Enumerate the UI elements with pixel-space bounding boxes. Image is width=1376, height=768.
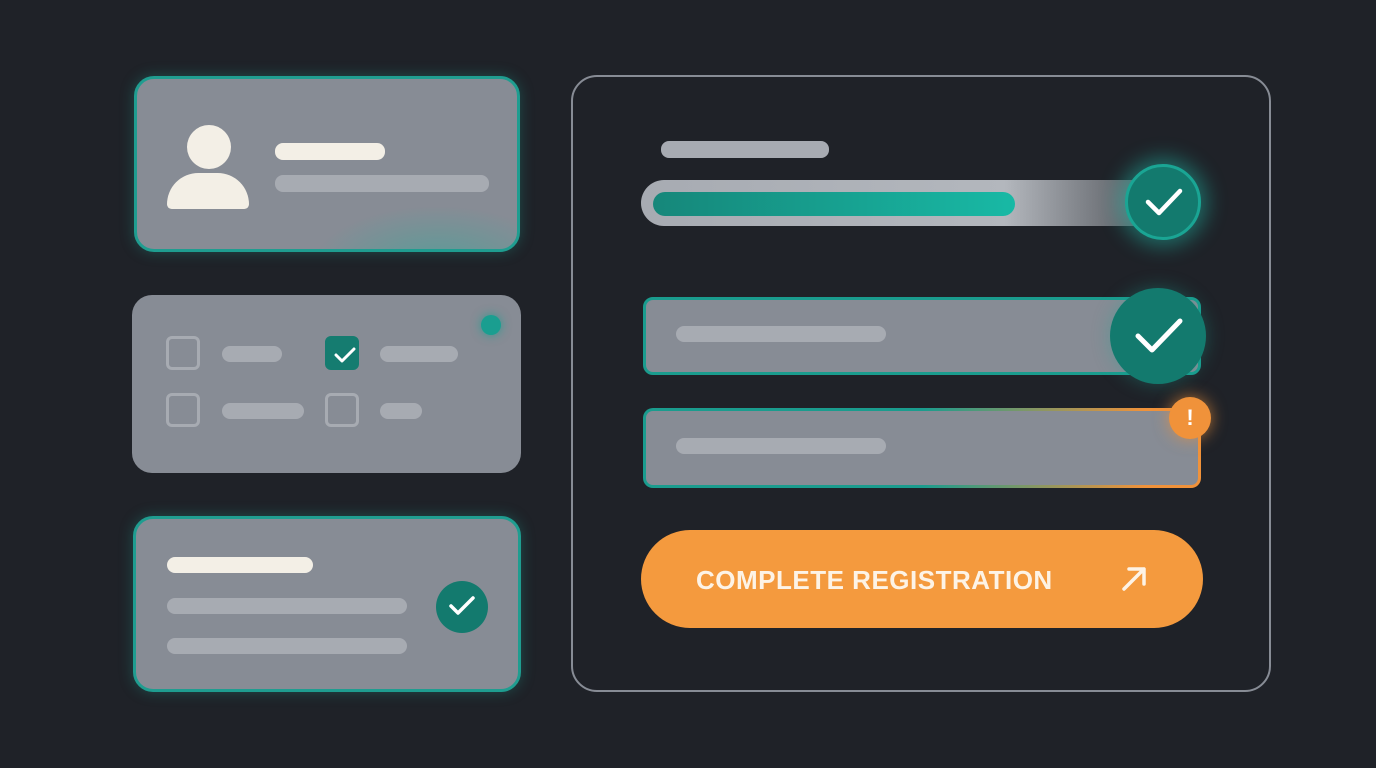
checkbox-card bbox=[132, 295, 521, 473]
summary-line-2-placeholder bbox=[167, 638, 407, 654]
check-icon bbox=[1110, 288, 1206, 384]
checkbox-1[interactable] bbox=[166, 336, 200, 370]
checkbox-4[interactable] bbox=[325, 393, 359, 427]
arrow-up-right-icon bbox=[1122, 567, 1146, 591]
input-field-warning[interactable] bbox=[643, 408, 1201, 488]
profile-card[interactable] bbox=[134, 76, 520, 252]
field-2-placeholder bbox=[676, 438, 886, 454]
field-1-placeholder bbox=[676, 326, 886, 342]
progress-bar bbox=[641, 180, 1161, 226]
checkbox-3-label-placeholder bbox=[222, 403, 304, 419]
check-icon bbox=[436, 581, 488, 633]
status-dot bbox=[481, 315, 501, 335]
summary-card bbox=[133, 516, 521, 692]
checkbox-4-label-placeholder bbox=[380, 403, 422, 419]
user-icon bbox=[167, 125, 249, 209]
check-icon bbox=[1125, 164, 1201, 240]
profile-name-placeholder bbox=[275, 143, 385, 160]
check-icon bbox=[334, 347, 356, 363]
progress-fill bbox=[653, 192, 1015, 216]
summary-title-placeholder bbox=[167, 557, 313, 573]
checkbox-2[interactable] bbox=[325, 336, 359, 370]
warning-icon: ! bbox=[1169, 397, 1211, 439]
form-title-placeholder bbox=[661, 141, 829, 158]
complete-registration-label: COMPLETE REGISTRATION bbox=[696, 565, 1053, 595]
checkbox-3[interactable] bbox=[166, 393, 200, 427]
checkbox-2-label-placeholder bbox=[380, 346, 458, 362]
profile-detail-placeholder bbox=[275, 175, 489, 192]
checkbox-1-label-placeholder bbox=[222, 346, 282, 362]
complete-registration-button[interactable]: COMPLETE REGISTRATION bbox=[641, 530, 1203, 628]
registration-form-panel: ! COMPLETE REGISTRATION bbox=[571, 75, 1271, 692]
summary-line-1-placeholder bbox=[167, 598, 407, 614]
